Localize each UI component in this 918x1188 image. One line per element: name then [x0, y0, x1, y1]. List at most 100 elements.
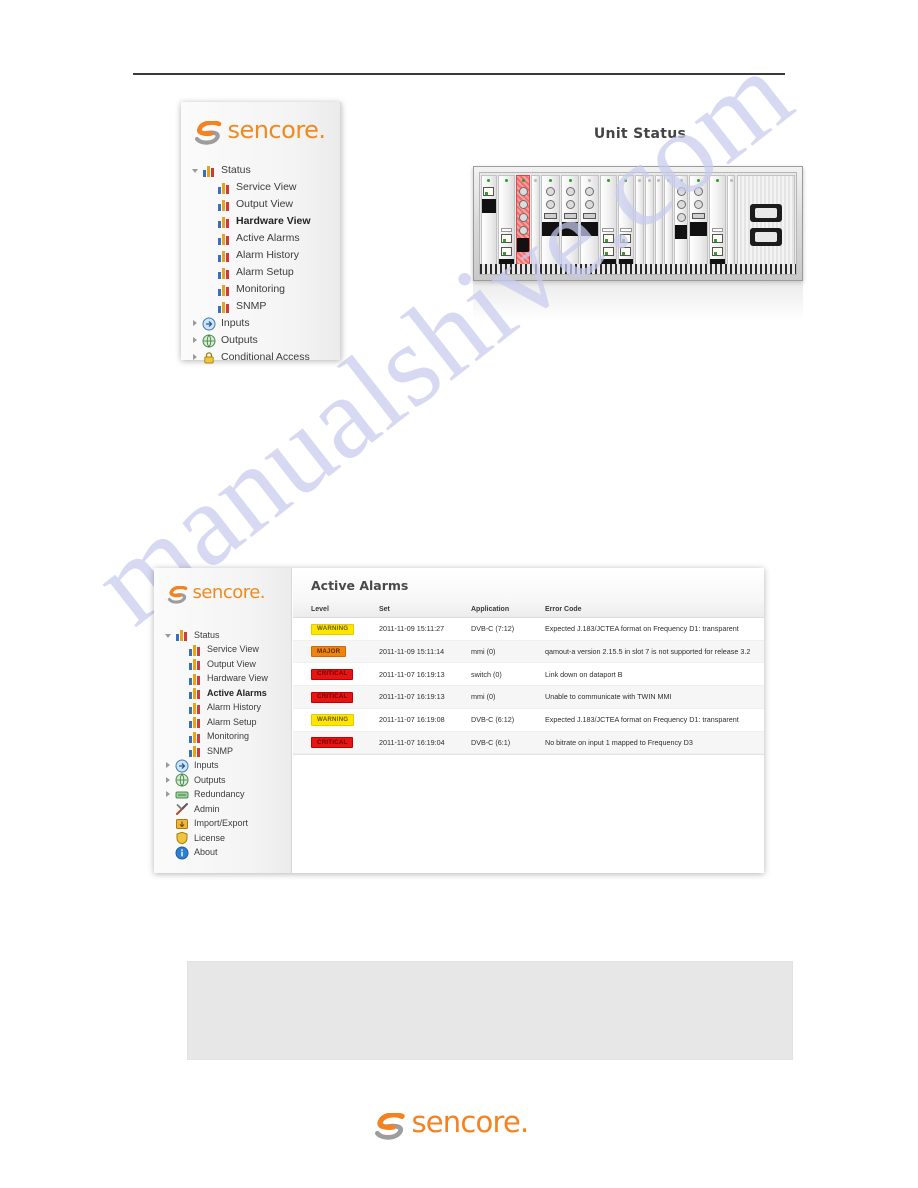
sidebar-item-outputs[interactable]: Outputs	[164, 773, 291, 788]
status-led-icon	[487, 179, 491, 182]
chevron-right-icon[interactable]	[164, 761, 173, 770]
bnc-connector-icon	[585, 200, 595, 209]
cell-application: DVB-C (7:12)	[471, 617, 545, 641]
chassis-slot[interactable]	[580, 175, 599, 274]
table-row[interactable]: CRITICAL 2011-11-07 16:19:13 mmi (0) Unable…	[293, 685, 764, 709]
chassis-slot[interactable]	[726, 175, 736, 274]
sidebar-item-monitoring[interactable]: Monitoring	[191, 281, 340, 298]
sidebar-item-alarm-history[interactable]: Alarm History	[191, 247, 340, 264]
chevron-right-icon[interactable]	[191, 353, 200, 362]
bar-chart-icon	[217, 215, 231, 229]
sidebar-item-alarm-history[interactable]: Alarm History	[164, 701, 291, 716]
sidebar-item-service-view[interactable]: Service View	[191, 179, 340, 196]
sidebar-item-redundancy[interactable]: Redundancy	[164, 788, 291, 803]
chassis-slot[interactable]	[541, 175, 560, 274]
chassis-slot[interactable]	[531, 175, 541, 274]
cell-set: 2011-11-07 16:19:13	[379, 685, 471, 709]
sidebar-item-service-view[interactable]: Service View	[164, 643, 291, 658]
sidebar-item-monitoring[interactable]: Monitoring	[164, 730, 291, 745]
sidebar-item-inputs[interactable]: Inputs	[191, 315, 340, 332]
input-arrow-icon	[202, 317, 216, 331]
sidebar-item-output-view[interactable]: Output View	[191, 196, 340, 213]
chassis-slot[interactable]	[635, 175, 644, 274]
sidebar-item-conditional-access[interactable]: Conditional Access	[191, 349, 340, 366]
card-handle	[690, 222, 708, 236]
chevron-down-icon[interactable]	[191, 166, 200, 175]
sidebar-item-active-alarms[interactable]: Active Alarms	[191, 230, 340, 247]
bnc-connector-icon	[676, 187, 686, 196]
column-header-application[interactable]: Application	[471, 602, 545, 618]
cell-set: 2011-11-09 15:11:14	[379, 640, 471, 664]
chassis-vents	[480, 264, 796, 274]
sidebar-item-alarm-setup[interactable]: Alarm Setup	[191, 264, 340, 281]
card-handle	[516, 238, 530, 252]
sidebar-item-status[interactable]: Status	[164, 628, 291, 643]
chassis-slot[interactable]	[644, 175, 654, 274]
output-globe-icon	[202, 334, 216, 348]
cell-application: DVB-C (6:12)	[471, 708, 545, 732]
rj45-port-icon	[711, 234, 723, 243]
dsub-connector-icon	[563, 213, 577, 219]
column-header-level[interactable]: Level	[293, 602, 379, 618]
sidebar-item-about[interactable]: About	[164, 846, 291, 861]
card-handle	[646, 186, 653, 200]
sidebar-item-active-alarms[interactable]: Active Alarms	[164, 686, 291, 701]
table-row[interactable]: CRITICAL 2011-11-07 16:19:13 switch (0) Lin…	[293, 662, 764, 687]
cell-level: CRITICAL	[293, 731, 379, 755]
sencore-wordmark: sencore.	[227, 116, 326, 144]
chevron-right-icon[interactable]	[191, 336, 200, 345]
status-led-icon	[548, 179, 552, 182]
sidebar-item-import-export[interactable]: Import/Export	[164, 817, 291, 832]
sidebar-item-label: Active Alarms	[207, 687, 267, 698]
rj45-port-icon	[602, 247, 614, 256]
status-badge: WARNING	[311, 714, 355, 726]
sidebar-item-alarm-setup[interactable]: Alarm Setup	[164, 715, 291, 730]
unit-status-title: Unit Status	[593, 126, 687, 142]
sidebar-item-status[interactable]: Status	[191, 162, 340, 179]
table-row[interactable]: CRITICAL 2011-11-07 16:19:04 DVB-C (6:1) No…	[293, 731, 764, 755]
sidebar-item-license[interactable]: License	[164, 831, 291, 846]
power-supply-module[interactable]	[736, 175, 795, 274]
chassis-slot[interactable]	[709, 175, 726, 274]
sidebar-item-outputs[interactable]: Outputs	[191, 332, 340, 349]
cell-set: 2011-11-09 15:11:27	[379, 617, 471, 641]
table-row[interactable]: WARNING 2011-11-09 15:11:27 DVB-C (7:12) Ex…	[293, 617, 764, 641]
chassis-slot[interactable]	[599, 175, 617, 274]
card-handle	[542, 222, 559, 236]
chassis-slot[interactable]	[498, 175, 515, 274]
sidebar-item-inputs[interactable]: Inputs	[164, 759, 291, 774]
chassis-slot[interactable]	[560, 175, 580, 274]
table-row[interactable]: WARNING 2011-11-07 16:19:08 DVB-C (6:12) Ex…	[293, 708, 764, 732]
table-row[interactable]: MAJOR 2011-11-09 15:11:14 mmi (0) qamout-a …	[293, 640, 764, 664]
sidebar-item-hardware-view[interactable]: Hardware View	[191, 213, 340, 230]
chassis-slot[interactable]	[689, 175, 709, 274]
sidebar-item-admin[interactable]: Admin	[164, 802, 291, 817]
rj45-port-icon	[711, 247, 723, 256]
sidebar-item-label: License	[194, 832, 226, 843]
sidebar-item-hardware-view[interactable]: Hardware View	[164, 672, 291, 687]
chassis-slot[interactable]	[673, 175, 689, 274]
sidebar-item-output-view[interactable]: Output View	[164, 657, 291, 672]
cell-error-code: Expected J.183/JCTEA format on Frequency…	[545, 708, 764, 732]
chassis-slot[interactable]	[654, 175, 664, 274]
chassis-slot[interactable]	[664, 175, 673, 274]
chassis-slot[interactable]	[617, 175, 635, 274]
chassis-slot[interactable]	[480, 175, 498, 274]
sidebar-item-snmp[interactable]: SNMP	[191, 298, 340, 315]
sidebar-item-snmp[interactable]: SNMP	[164, 744, 291, 759]
column-header-error-code[interactable]: Error Code	[545, 602, 764, 618]
chevron-right-icon[interactable]	[164, 776, 173, 785]
redundancy-icon	[175, 788, 189, 802]
chassis-slot-alarm[interactable]	[515, 175, 531, 274]
chevron-right-icon[interactable]	[164, 790, 173, 799]
column-header-set[interactable]: Set	[379, 602, 471, 618]
card-handle	[656, 186, 663, 200]
chevron-right-icon[interactable]	[191, 319, 200, 328]
chevron-down-icon[interactable]	[164, 631, 173, 640]
